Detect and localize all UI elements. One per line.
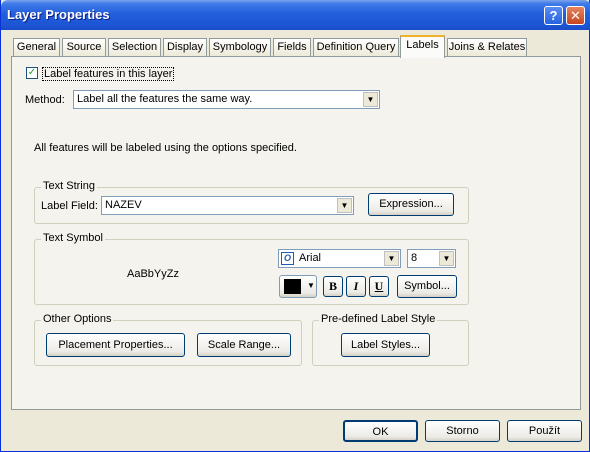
tab-labels[interactable]: Labels	[400, 35, 445, 58]
font-value: Arial	[299, 252, 322, 264]
title-bar[interactable]: Layer Properties ? ✕	[1, 0, 590, 30]
color-swatch	[284, 279, 301, 294]
scale-range-button[interactable]: Scale Range...	[197, 333, 291, 357]
bold-button[interactable]: B	[323, 276, 343, 297]
help-button[interactable]: ?	[544, 6, 563, 25]
symbol-preview: AaBbYyZz	[127, 268, 179, 280]
label-features-checkbox[interactable]: ✓	[26, 67, 38, 79]
apply-button[interactable]: Použít	[507, 420, 582, 442]
tab-source[interactable]: Source	[62, 38, 106, 56]
opentype-font-icon: O	[281, 252, 294, 265]
tab-general[interactable]: General	[13, 38, 60, 56]
tab-definition-query[interactable]: Definition Query	[313, 38, 399, 56]
font-size-dropdown[interactable]: 8 ▼	[407, 249, 456, 268]
cancel-button[interactable]: Storno	[425, 420, 500, 442]
symbol-button[interactable]: Symbol...	[397, 275, 457, 298]
label-styles-button[interactable]: Label Styles...	[341, 333, 430, 357]
chevron-down-icon[interactable]: ▼	[384, 251, 399, 266]
chevron-down-icon: ▼	[307, 281, 315, 290]
chevron-down-icon[interactable]: ▼	[337, 198, 352, 213]
method-label: Method:	[25, 94, 65, 106]
tab-selection[interactable]: Selection	[108, 38, 161, 56]
window-title: Layer Properties	[7, 7, 110, 22]
chevron-down-icon[interactable]: ▼	[363, 92, 378, 107]
tab-symbology[interactable]: Symbology	[209, 38, 271, 56]
tab-joins-relates[interactable]: Joins & Relates	[447, 38, 527, 56]
chevron-down-icon[interactable]: ▼	[439, 251, 454, 266]
color-picker-button[interactable]: ▼	[279, 275, 317, 298]
expression-button[interactable]: Expression...	[368, 193, 454, 216]
label-field-label: Label Field:	[41, 200, 98, 212]
info-text: All features will be labeled using the o…	[34, 142, 297, 154]
font-dropdown[interactable]: O Arial ▼	[278, 249, 401, 268]
label-field-value: NAZEV	[105, 199, 142, 211]
underline-button[interactable]: U	[369, 276, 389, 297]
method-value: Label all the features the same way.	[77, 93, 253, 105]
method-dropdown[interactable]: Label all the features the same way. ▼	[73, 90, 380, 109]
font-size-value: 8	[411, 252, 418, 264]
predefined-style-title: Pre-defined Label Style	[319, 313, 438, 325]
placement-properties-button[interactable]: Placement Properties...	[46, 333, 185, 357]
tab-display[interactable]: Display	[163, 38, 207, 56]
layer-properties-window: Layer Properties ? ✕ General Source Sele…	[0, 0, 590, 452]
italic-button[interactable]: I	[346, 276, 366, 297]
close-button[interactable]: ✕	[566, 6, 585, 25]
label-field-dropdown[interactable]: NAZEV ▼	[101, 196, 354, 215]
other-options-title: Other Options	[41, 313, 114, 325]
text-symbol-title: Text Symbol	[41, 232, 105, 244]
label-features-label[interactable]: Label features in this layer	[42, 67, 175, 81]
tab-fields[interactable]: Fields	[273, 38, 311, 56]
ok-button[interactable]: OK	[343, 420, 418, 442]
text-string-title: Text String	[41, 180, 97, 192]
